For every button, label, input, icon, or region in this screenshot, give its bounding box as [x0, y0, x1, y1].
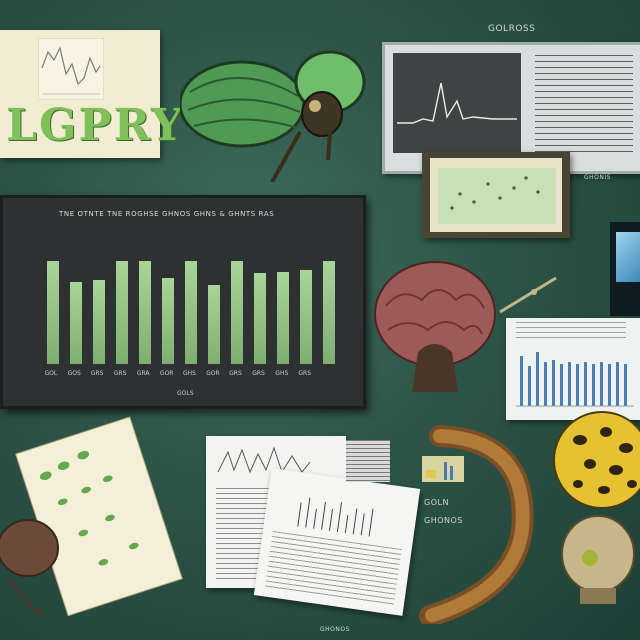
bar-chart-panel: TNE OTNTE TNE ROGHSE GHNOS GHNS & GHNTS … [0, 195, 366, 409]
bar-7 [208, 284, 221, 364]
skull-illustration [561, 515, 635, 604]
bottom-caption: GHONOS [320, 626, 350, 633]
twig-icon [499, 276, 557, 314]
side-caption-1: GHONIS [584, 174, 611, 181]
bar-9 [254, 273, 267, 364]
bar-10 [277, 272, 290, 364]
brain-illustration [374, 261, 496, 392]
x-tick-label: GRS [229, 370, 242, 377]
document-sheet-front [253, 468, 421, 616]
text-column [535, 55, 633, 153]
mini-line-chart [38, 38, 104, 100]
logo-text: LGPRY [6, 100, 185, 151]
x-tick-label: GRS [252, 370, 265, 377]
side-caption-2: GOLN [424, 498, 449, 507]
x-tick-label: GRS [90, 370, 104, 377]
bar-0 [46, 260, 59, 364]
waveform-chart [393, 53, 521, 153]
bar-3 [115, 260, 128, 364]
insect-illustration [180, 50, 366, 182]
bar-6 [185, 260, 197, 364]
bar-4 [138, 260, 151, 364]
side-caption-3: GHONOS [424, 516, 463, 525]
bar-11 [300, 269, 313, 364]
x-tick-label: GRA [136, 370, 150, 377]
scatter-plot [430, 158, 562, 232]
logo-card: LGPRY [0, 30, 182, 158]
bar-5 [161, 278, 174, 364]
spotted-shell-illustration [553, 411, 640, 509]
x-tick-label: GRS [113, 370, 127, 377]
scatter-frame [422, 152, 570, 238]
top-caption: GOLROSS [488, 24, 536, 34]
x-tick-label: GRS [298, 370, 312, 377]
x-tick-label: GOR [159, 370, 174, 377]
blue-bar-chart [516, 352, 634, 407]
text-scrap [346, 440, 390, 482]
leaf-book-illustration [0, 416, 183, 617]
x-tick-label: GOL [44, 370, 58, 377]
x-axis-label: GOLS [177, 390, 194, 397]
x-tick-label: GOS [67, 370, 81, 377]
bar-1 [69, 282, 82, 364]
mini-chart-icon [422, 456, 464, 482]
tablet-device [610, 222, 640, 316]
x-tick-label: GHS [275, 370, 289, 377]
x-tick-label: GHS [183, 370, 196, 377]
bar-8 [231, 260, 244, 364]
x-tick-label: GOR [206, 370, 220, 377]
bar-12 [323, 260, 336, 364]
bar-2 [92, 279, 105, 364]
chart-title: TNE OTNTE TNE ROGHSE GHNOS GHNS & GHNTS … [59, 210, 275, 218]
